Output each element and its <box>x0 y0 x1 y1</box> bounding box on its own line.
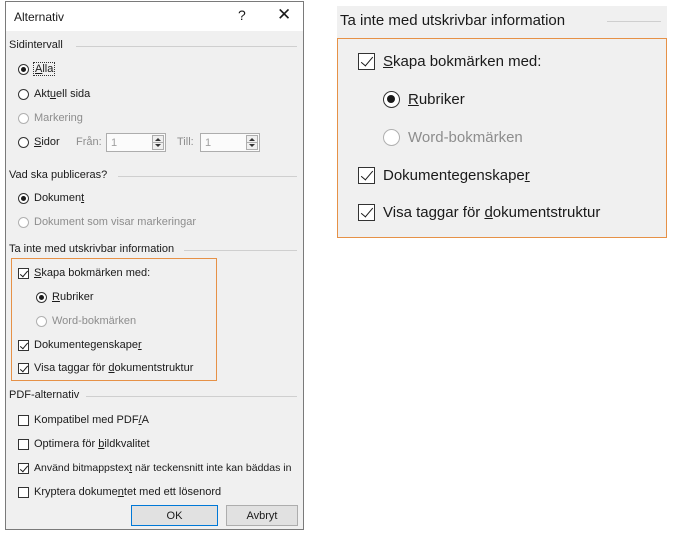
divider <box>86 396 297 397</box>
radio-circle-icon <box>36 291 47 303</box>
checkbox-icon <box>18 362 29 374</box>
divider <box>76 46 297 47</box>
checkbox-doc-properties[interactable]: Dokumentegenskaper <box>18 339 142 351</box>
radio-circle-icon <box>18 112 29 124</box>
checkbox-icon <box>18 486 29 498</box>
radio-circle-icon <box>18 136 29 148</box>
checkbox-icon <box>18 462 29 474</box>
zoom-checkbox-structure-tags-label: Visa taggar för dokumentstruktur <box>383 204 601 221</box>
zoomed-panel: Ta inte med utskrivbar information Skapa… <box>337 6 667 238</box>
radio-word-bookmarks[interactable]: Word-bokmärken <box>36 315 136 327</box>
radio-circle-icon <box>18 192 29 204</box>
spin-arrows-icon[interactable] <box>152 135 164 150</box>
radio-pages[interactable]: Sidor <box>18 136 60 148</box>
checkbox-icon <box>18 438 29 450</box>
spin-arrows-icon[interactable] <box>246 135 258 150</box>
radio-selection[interactable]: Markering <box>18 112 83 124</box>
page-range-heading: Sidintervall <box>9 39 63 51</box>
radio-document-markup-label: Dokument som visar markeringar <box>34 216 196 228</box>
checkbox-encrypt[interactable]: Kryptera dokumentet med ett lösenord <box>18 486 221 498</box>
radio-circle-icon <box>383 129 400 146</box>
radio-circle-icon <box>18 216 29 228</box>
radio-document-markup[interactable]: Dokument som visar markeringar <box>18 216 196 228</box>
checkbox-pdfa[interactable]: Kompatibel med PDF/A <box>18 414 149 426</box>
zoom-checkbox-structure-tags[interactable]: Visa taggar för dokumentstruktur <box>358 204 600 221</box>
checkbox-pdfa-label: Kompatibel med PDF/A <box>34 414 149 426</box>
checkbox-icon <box>358 53 375 70</box>
non-printable-heading: Ta inte med utskrivbar information <box>9 243 175 255</box>
publish-heading: Vad ska publiceras? <box>9 169 108 181</box>
checkbox-structure-tags-label: Visa taggar för dokumentstruktur <box>34 362 194 374</box>
radio-current-page[interactable]: Aktuell sida <box>18 88 90 100</box>
radio-circle-icon <box>18 88 29 100</box>
checkbox-optimize[interactable]: Optimera för bildkvalitet <box>18 438 150 450</box>
zoom-radio-word-bookmarks[interactable]: Word-bokmärken <box>383 129 523 146</box>
close-button[interactable]: ✕ <box>277 5 291 25</box>
checkbox-optimize-label: Optimera för bildkvalitet <box>34 438 150 450</box>
help-button[interactable]: ? <box>238 7 246 23</box>
divider <box>607 21 661 22</box>
divider <box>184 250 297 251</box>
checkbox-bookmarks[interactable]: Skapa bokmärken med: <box>18 267 150 279</box>
dialog-title: Alternativ <box>14 10 65 24</box>
checkbox-icon <box>18 267 29 279</box>
to-value: 1 <box>205 137 212 149</box>
ok-button[interactable]: OK <box>131 505 218 526</box>
dialog-titlebar: Alternativ ? ✕ <box>6 2 303 31</box>
checkbox-icon <box>358 167 375 184</box>
pdf-options-heading: PDF-alternativ <box>9 389 80 401</box>
zoom-radio-headings-label: Rubriker <box>408 91 465 108</box>
radio-document-label: Dokument <box>34 192 85 204</box>
radio-document[interactable]: Dokument <box>18 192 84 204</box>
from-label: Från: <box>76 136 102 148</box>
checkbox-icon <box>18 414 29 426</box>
from-stepper[interactable]: 1 <box>106 133 166 152</box>
to-stepper[interactable]: 1 <box>200 133 260 152</box>
radio-pages-label: Sidor <box>34 136 60 148</box>
zoom-checkbox-doc-properties[interactable]: Dokumentegenskaper <box>358 167 530 184</box>
checkbox-doc-properties-label: Dokumentegenskaper <box>34 339 142 351</box>
options-dialog: Alternativ ? ✕ Sidintervall Alla Aktuell… <box>5 1 304 530</box>
checkbox-bitmap-text[interactable]: Använd bitmappstext när teckensnitt inte… <box>18 462 291 474</box>
zoom-checkbox-bookmarks[interactable]: Skapa bokmärken med: <box>358 53 541 70</box>
radio-headings-label: Rubriker <box>52 291 94 303</box>
checkbox-icon <box>358 204 375 221</box>
checkbox-bitmap-text-label: Använd bitmappstext när teckensnitt inte… <box>34 462 292 474</box>
zoom-radio-word-bookmarks-label: Word-bokmärken <box>408 129 523 146</box>
radio-all-label: Alla <box>32 62 56 76</box>
radio-word-bookmarks-label: Word-bokmärken <box>52 315 137 327</box>
zoom-radio-headings[interactable]: Rubriker <box>383 91 465 108</box>
zoom-heading: Ta inte med utskrivbar information <box>340 12 566 29</box>
radio-circle-icon <box>383 91 400 108</box>
radio-circle-icon <box>36 315 47 327</box>
checkbox-bookmarks-label: Skapa bokmärken med: <box>34 267 151 279</box>
from-value: 1 <box>111 137 118 149</box>
to-label: Till: <box>177 136 194 148</box>
checkbox-icon <box>18 339 29 351</box>
divider <box>118 176 297 177</box>
checkbox-encrypt-label: Kryptera dokumentet med ett lösenord <box>34 486 222 498</box>
radio-all[interactable]: Alla <box>18 62 56 76</box>
zoom-checkbox-bookmarks-label: Skapa bokmärken med: <box>383 53 542 70</box>
radio-headings[interactable]: Rubriker <box>36 291 94 303</box>
cancel-button[interactable]: Avbryt <box>226 505 298 526</box>
radio-current-page-label: Aktuell sida <box>34 88 91 100</box>
radio-circle-icon <box>18 63 29 75</box>
zoom-checkbox-doc-properties-label: Dokumentegenskaper <box>383 167 530 184</box>
radio-selection-label: Markering <box>34 112 83 124</box>
checkbox-structure-tags[interactable]: Visa taggar för dokumentstruktur <box>18 362 193 374</box>
